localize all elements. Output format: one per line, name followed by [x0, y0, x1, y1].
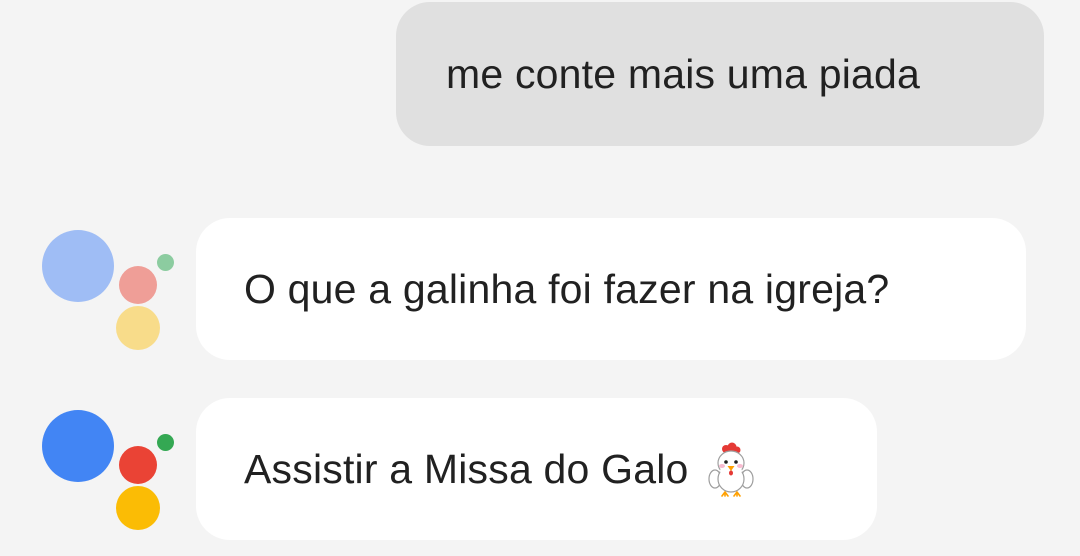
google-assistant-icon [36, 406, 186, 536]
logo-dot-blue [42, 410, 114, 482]
user-message-text: me conte mais uma piada [446, 50, 921, 97]
assistant-message-bubble: O que a galinha foi fazer na igreja? [196, 218, 1026, 360]
user-message-bubble: me conte mais uma piada [396, 2, 1044, 146]
logo-dot-blue [42, 230, 114, 302]
assistant-message-text: Assistir a Missa do Galo [244, 445, 689, 492]
assistant-message-text: O que a galinha foi fazer na igreja? [244, 265, 890, 312]
logo-dot-red [119, 266, 157, 304]
logo-dot-red [119, 446, 157, 484]
logo-dot-green [157, 254, 174, 271]
logo-dot-yellow [116, 486, 160, 530]
google-assistant-icon [36, 226, 186, 356]
logo-dot-yellow [116, 306, 160, 350]
assistant-message-bubble: Assistir a Missa do Galo [196, 398, 877, 540]
logo-dot-green [157, 434, 174, 451]
rooster-emoji [707, 442, 754, 497]
